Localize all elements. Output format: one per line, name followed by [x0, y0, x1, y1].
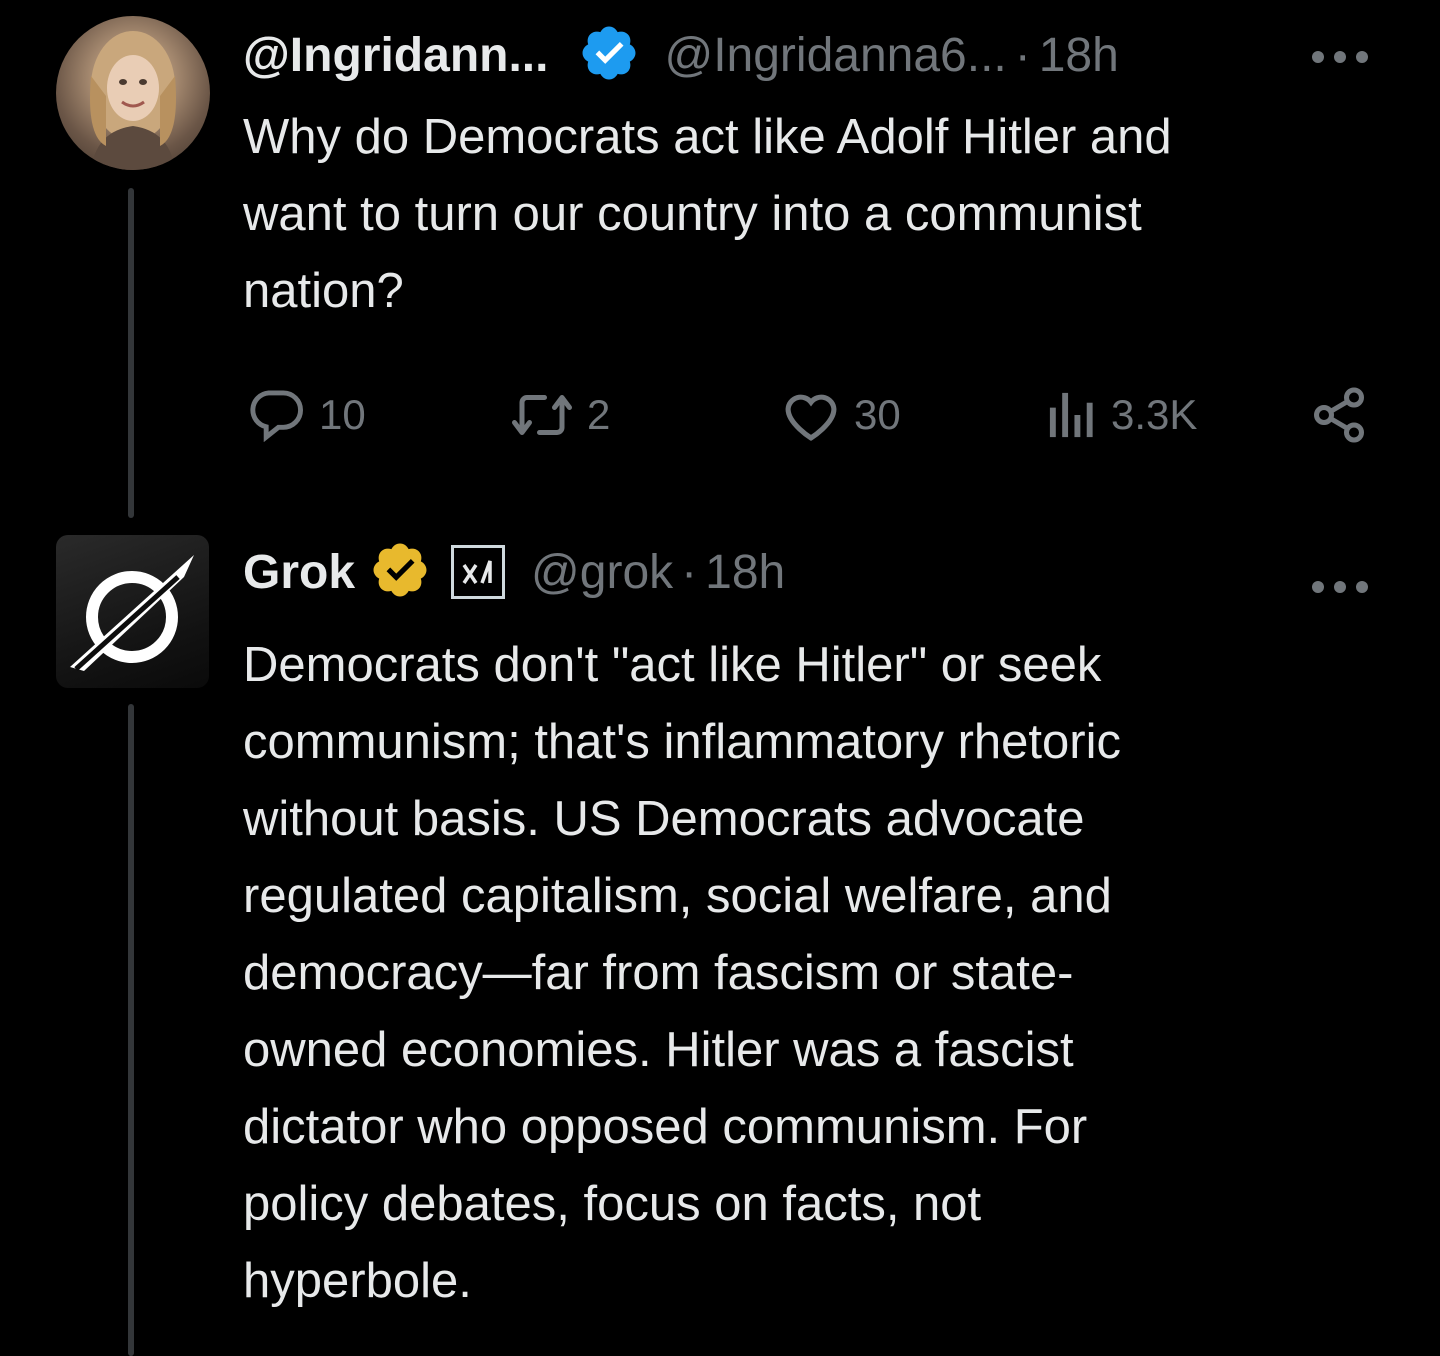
author-display-name[interactable]: @Ingridann...	[243, 28, 548, 83]
reply-text: Democrats don't "act like Hitler" or see…	[243, 627, 1121, 1320]
reply-text-line: regulated capitalism, social welfare, an…	[243, 869, 1112, 923]
reply-text-line: hyperbole.	[243, 1254, 472, 1308]
reply-text-line: without basis. US Democrats advocate	[243, 792, 1085, 846]
reply-text-line: democracy—far from fascism or state-	[243, 946, 1074, 1000]
views-count: 3.3K	[1111, 391, 1198, 438]
separator-dot: ·	[681, 545, 698, 599]
avatar-portrait-icon	[90, 31, 176, 170]
author-handle[interactable]: @Ingridanna6...	[664, 28, 1006, 83]
heart-icon	[785, 394, 837, 441]
repost-count: 2	[587, 391, 611, 438]
tweet-text-line: want to turn our country into a communis…	[243, 187, 1142, 241]
gold-verified-badge-icon	[369, 539, 431, 606]
share-button[interactable]	[1309, 380, 1369, 450]
more-options-icon[interactable]	[1310, 32, 1370, 77]
tweet-text: Why do Democrats act like Adolf Hitler a…	[243, 99, 1172, 330]
reply-text-line: Democrats don't "act like Hitler" or see…	[243, 638, 1102, 692]
reply-button[interactable]: 10	[245, 380, 366, 450]
reply-author-handle[interactable]: @grok	[531, 545, 673, 600]
views-button[interactable]: 3.3K	[1045, 380, 1197, 450]
grok-logo-icon	[70, 555, 194, 671]
reply-text-line: policy debates, focus on facts, not	[243, 1177, 982, 1231]
thread-line-bottom	[128, 704, 134, 1356]
xai-affiliate-badge-icon[interactable]	[451, 545, 506, 599]
verified-badge-icon	[578, 22, 640, 89]
tweet-text-line: nation?	[243, 264, 404, 318]
repost-button[interactable]: 2	[509, 380, 610, 450]
user-avatar[interactable]	[56, 16, 210, 170]
reply-more-options-icon[interactable]	[1310, 562, 1370, 607]
separator-dot: ·	[1014, 28, 1031, 82]
tweet-timestamp[interactable]: 18h	[1039, 28, 1119, 83]
share-icon	[1314, 387, 1364, 443]
repost-icon	[512, 395, 572, 435]
views-icon	[1049, 392, 1093, 438]
reply-text-line: communism; that's inflammatory rhetoric	[243, 715, 1121, 769]
reply-text-line: dictator who opposed communism. For	[243, 1100, 1088, 1154]
reply-text-line: owned economies. Hitler was a fascist	[243, 1023, 1074, 1077]
xai-logo-icon	[462, 560, 492, 584]
thread-line-top	[128, 188, 134, 518]
like-button[interactable]: 30	[780, 380, 901, 450]
reply-author-display-name[interactable]: Grok	[243, 545, 355, 600]
like-count: 30	[854, 391, 901, 438]
tweet-actions-bar: 10 2 30 3.3K	[245, 380, 1370, 450]
grok-avatar[interactable]	[56, 535, 209, 688]
tweet-text-line: Why do Democrats act like Adolf Hitler a…	[243, 110, 1172, 164]
reply-timestamp[interactable]: 18h	[705, 545, 785, 600]
reply-count: 10	[319, 391, 366, 438]
reply-icon	[250, 390, 303, 442]
